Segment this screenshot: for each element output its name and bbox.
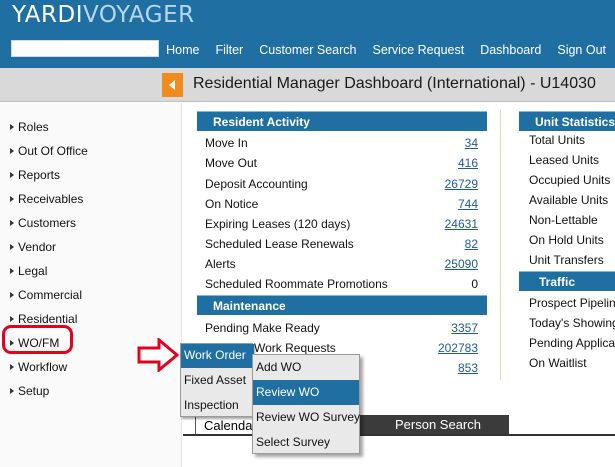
- expiring-leases-count-link[interactable]: 24631: [418, 217, 478, 231]
- maintenance-count-link[interactable]: 853: [418, 361, 478, 375]
- row-label: On Notice: [205, 197, 259, 211]
- on-notice-count-link[interactable]: 744: [418, 197, 478, 211]
- top-navigation: Home Filter Customer Search Service Requ…: [166, 43, 606, 57]
- row-label: Scheduled Lease Renewals: [205, 237, 354, 251]
- row-label: Available Units: [529, 193, 609, 207]
- menu-item-review-wo[interactable]: Review WO: [253, 380, 359, 405]
- sidebar-item-out-of-office[interactable]: Out Of Office: [10, 144, 88, 158]
- caret-right-icon: [10, 124, 14, 130]
- sidebar-item-residential[interactable]: Residential: [10, 312, 77, 326]
- move-out-count-link[interactable]: 416: [418, 156, 478, 170]
- chevron-left-icon: [169, 80, 175, 90]
- nav-filter-link[interactable]: Filter: [215, 43, 243, 57]
- sidebar-item-vendor[interactable]: Vendor: [10, 240, 56, 254]
- column-divider: [500, 110, 501, 380]
- row-label: Leased Units: [529, 153, 600, 167]
- caret-right-icon: [10, 148, 14, 154]
- scheduled-lease-renewals-count-link[interactable]: 82: [418, 237, 478, 251]
- menu-item-review-wo-survey[interactable]: Review WO Survey: [253, 405, 360, 430]
- nav-sign-out-link[interactable]: Sign Out: [557, 43, 606, 57]
- menu-item-select-survey[interactable]: Select Survey: [253, 430, 359, 455]
- caret-right-icon: [10, 172, 14, 178]
- header-search-input[interactable]: [11, 40, 159, 57]
- traffic-header: Traffic: [519, 271, 615, 291]
- row-label: On Hold Units: [529, 233, 604, 247]
- sidebar-item-customers[interactable]: Customers: [10, 216, 76, 230]
- caret-right-icon: [10, 364, 14, 370]
- collapse-sidebar-button[interactable]: [162, 73, 183, 97]
- yardi-voyager-logo: YARDIVOYAGER: [12, 2, 195, 28]
- caret-right-icon: [10, 316, 14, 322]
- sidebar-item-legal[interactable]: Legal: [10, 264, 47, 278]
- row-label: Move In: [205, 136, 248, 150]
- menu-item-inspection[interactable]: Inspection: [181, 394, 254, 418]
- sidebar-item-setup[interactable]: Setup: [10, 384, 49, 398]
- move-in-count-link[interactable]: 34: [418, 136, 478, 150]
- resident-activity-header: Resident Activity: [197, 111, 487, 131]
- title-bar: Residential Manager Dashboard (Internati…: [0, 68, 615, 102]
- menu-item-work-order[interactable]: Work Order: [181, 344, 254, 368]
- caret-right-icon: [10, 244, 14, 250]
- row-label: On Waitlist: [529, 356, 587, 370]
- work-requests-count-link[interactable]: 202783: [418, 341, 478, 355]
- menu-item-fixed-asset[interactable]: Fixed Asset: [181, 369, 254, 393]
- caret-right-icon: [10, 292, 14, 298]
- app-header: YARDIVOYAGER Home Filter Customer Search…: [0, 0, 615, 68]
- page-title: Residential Manager Dashboard (Internati…: [193, 75, 596, 92]
- maintenance-header: Maintenance: [197, 295, 487, 315]
- row-label: Scheduled Roommate Promotions: [205, 277, 388, 291]
- caret-right-icon: [10, 220, 14, 226]
- sidebar-item-roles[interactable]: Roles: [10, 120, 49, 134]
- sidebar-item-reports[interactable]: Reports: [10, 168, 60, 182]
- dashboard-tab-bar: Calendar Person Search: [183, 415, 615, 435]
- row-label: Pending Applications: [529, 336, 615, 350]
- tab-underline: [183, 434, 615, 436]
- row-label: Work Requests: [254, 341, 336, 355]
- wo-fm-highlight-outline: [2, 325, 73, 354]
- caret-right-icon: [10, 388, 14, 394]
- row-label: Expiring Leases (120 days): [205, 217, 351, 231]
- sidebar-menu: Roles Out Of Office Reports Receivables …: [0, 103, 182, 467]
- row-label: Pending Make Ready: [205, 321, 320, 335]
- sidebar-item-workflow[interactable]: Workflow: [10, 360, 67, 374]
- row-label: Today's Showings: [529, 316, 615, 330]
- tab-spacer: [359, 415, 379, 435]
- tab-person-search[interactable]: Person Search: [379, 415, 509, 435]
- row-label: Deposit Accounting: [205, 177, 308, 191]
- row-label: Prospect Pipeline: [529, 296, 615, 310]
- nav-customer-search-link[interactable]: Customer Search: [259, 43, 356, 57]
- row-label: Total Units: [529, 133, 586, 147]
- nav-dashboard-link[interactable]: Dashboard: [480, 43, 541, 57]
- nav-service-request-link[interactable]: Service Request: [372, 43, 464, 57]
- row-label: Alerts: [205, 257, 236, 271]
- deposit-accounting-count-link[interactable]: 26729: [418, 177, 478, 191]
- caret-right-icon: [10, 196, 14, 202]
- row-label: Non-Lettable: [529, 213, 598, 227]
- red-arrow-icon: [137, 338, 179, 372]
- roommate-promotions-count: 0: [471, 277, 478, 291]
- row-label: Unit Transfers: [529, 253, 604, 267]
- sidebar-item-commercial[interactable]: Commercial: [10, 288, 82, 302]
- wo-fm-flyout-menu: Work Order Fixed Asset Inspection: [180, 343, 254, 418]
- row-label: Move Out: [205, 156, 258, 170]
- alerts-count-link[interactable]: 25090: [418, 257, 478, 271]
- unit-statistics-header: Unit Statistics: [519, 111, 615, 131]
- nav-home-link[interactable]: Home: [166, 43, 199, 57]
- pending-make-ready-count-link[interactable]: 3357: [418, 321, 478, 335]
- menu-item-add-wo[interactable]: Add WO: [253, 355, 359, 380]
- work-order-submenu: Add WO Review WO Review WO Survey Select…: [252, 354, 360, 454]
- sidebar-item-receivables[interactable]: Receivables: [10, 192, 83, 206]
- caret-right-icon: [10, 268, 14, 274]
- row-label: Occupied Units: [529, 173, 611, 187]
